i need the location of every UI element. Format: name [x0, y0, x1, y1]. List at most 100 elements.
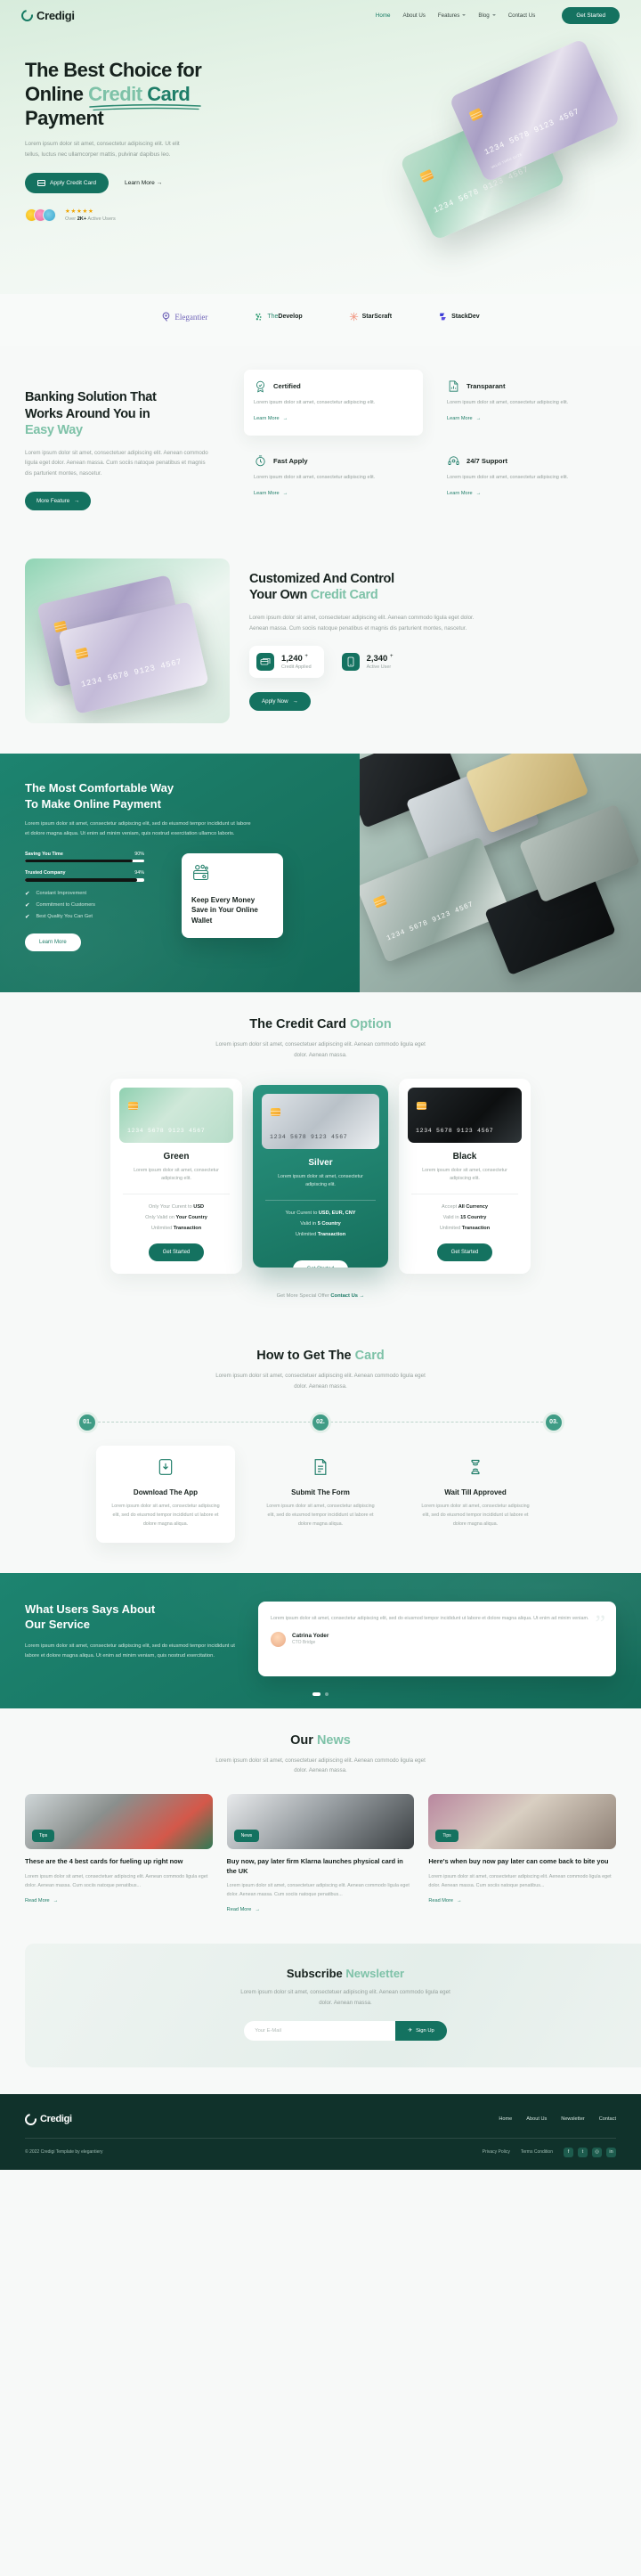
footer-link-home[interactable]: Home [499, 2116, 512, 2122]
nav-item-features[interactable]: Features [438, 12, 467, 19]
pricing-section: The Credit Card Option Lorem ipsum dolor… [0, 991, 641, 1325]
nav-label: Blog [478, 12, 490, 19]
plan-get-started-button[interactable]: Get Started [292, 1259, 349, 1268]
footer-link-newsletter[interactable]: Newsletter [561, 2116, 584, 2122]
stackdev-logo-icon [440, 313, 446, 321]
feature-card-support[interactable]: 24/7 Support Lorem ipsum dolor sit amet,… [437, 444, 616, 510]
footer-logo[interactable]: Credigi [22, 2111, 72, 2128]
rating-row: ★★★★★ Over 2K+ Active Users [25, 208, 303, 222]
carousel-dots[interactable] [0, 1692, 641, 1696]
plan-card-black[interactable]: 1234 5678 9123 4567 Black Lorem ipsum do… [399, 1078, 531, 1274]
footer-privacy-policy-link[interactable]: Privacy Policy [483, 2149, 510, 2155]
underline-stroke-icon [89, 103, 201, 110]
footer-link-contact[interactable]: Contact [599, 2116, 616, 2122]
hero-paragraph: Lorem ipsum dolor sit amet, consectetur … [25, 141, 180, 159]
feature-learn-more-link[interactable]: Learn More → [254, 491, 288, 496]
plan-card-silver[interactable]: 1234 5678 9123 4567 Silver Lorem ipsum d… [253, 1084, 388, 1268]
hero-learn-more-link[interactable]: Learn More → [125, 180, 162, 186]
sign-up-button[interactable]: ✈ Sign Up [395, 2020, 447, 2041]
comfortable-payment-section: The Most Comfortable Way To Make Online … [0, 753, 641, 992]
get-started-button[interactable]: Get Started [562, 6, 620, 24]
feature-card-transparant[interactable]: Transparant Lorem ipsum dolor sit amet, … [437, 370, 616, 436]
footer-link-about-us[interactable]: About Us [526, 2116, 547, 2122]
plan-line-bold: All Currency [458, 1203, 488, 1210]
page-root: Credigi Home About Us Features Blog Cont… [0, 0, 641, 2170]
customized-title: Customized And Control Your Own Credit C… [249, 571, 616, 604]
card-number: 1234 5678 9123 4567 [80, 657, 183, 689]
apply-now-button[interactable]: Apply Now → [249, 692, 311, 712]
pricing-subtitle: Lorem ipsum dolor sit amet, consectetuer… [215, 1040, 426, 1058]
plan-card-art: 1234 5678 9123 4567 [119, 1087, 233, 1143]
feature-learn-more-link[interactable]: Learn More → [447, 416, 481, 421]
nav-item-home[interactable]: Home [376, 12, 391, 19]
card-number: 1234 5678 9123 4567 [270, 1133, 348, 1140]
nav-item-contact-us[interactable]: Contact Us [508, 12, 536, 19]
rating-suffix: Active Users [86, 216, 116, 223]
nav-item-blog[interactable]: Blog [478, 12, 496, 19]
news-read-more-label: Read More [25, 1897, 50, 1903]
feature-learn-more-link[interactable]: Learn More → [254, 416, 288, 421]
plan-line-bold: Transaction [461, 1225, 491, 1231]
news-title-plain: Our [290, 1732, 317, 1748]
email-field[interactable] [244, 2020, 396, 2041]
partner-thedevelop: TheDevelop [254, 312, 303, 322]
feature-learn-more-link[interactable]: Learn More → [447, 491, 481, 496]
plan-get-started-button[interactable]: Get Started [436, 1243, 493, 1261]
news-read-more-link[interactable]: Read More → [428, 1898, 461, 1903]
footer-copyright: © 2022 Credigi Template by elegantiery [25, 2149, 103, 2156]
plan-card-art: 1234 5678 9123 4567 [408, 1087, 522, 1143]
nav-item-about-us[interactable]: About Us [402, 12, 425, 19]
news-read-more-link[interactable]: Read More → [227, 1907, 260, 1912]
news-card[interactable]: Tips These are the 4 best cards for fuel… [25, 1794, 213, 1915]
more-feature-button[interactable]: More Feature → [25, 491, 92, 510]
starscraft-logo-icon [349, 312, 358, 322]
card-number: 1234 5678 9123 4567 [483, 107, 581, 158]
news-card[interactable]: Tips Here's when buy now pay later can c… [428, 1794, 617, 1915]
customized-paragraph: Lorem ipsum dolor sit amet, consectetuer… [249, 614, 475, 632]
hero-content: The Best Choice for Online Credit Card P… [0, 30, 303, 222]
special-offer-contact-link[interactable]: Contact Us → [330, 1293, 364, 1299]
carousel-dot-2[interactable] [325, 1692, 329, 1696]
twitter-icon[interactable]: t [578, 2147, 588, 2157]
elegantier-logo-icon [163, 312, 170, 322]
deco-card-main: 1234 5678 9123 4567 [360, 836, 511, 963]
checklist-label: Constant Improvement [36, 890, 87, 896]
news-tag-badge: News [233, 1830, 260, 1843]
footer-brand-name: Credigi [40, 2114, 72, 2125]
hero-title-hl-a: Credit [88, 82, 142, 105]
plan-get-started-button[interactable]: Get Started [148, 1243, 205, 1261]
news-read-more-link[interactable]: Read More → [25, 1898, 58, 1903]
feature-card-certified[interactable]: Certified Lorem ipsum dolor sit amet, co… [244, 370, 423, 436]
banking-paragraph: Lorem ipsum dolor sit amet, consectetuer… [25, 449, 208, 477]
comfort-title-line1: The Most Comfortable Way [25, 780, 174, 795]
comfort-content: The Most Comfortable Way To Make Online … [0, 753, 360, 992]
step-title: Download The App [133, 1488, 199, 1496]
apply-credit-card-button[interactable]: Apply Credit Card [25, 173, 110, 194]
linkedin-icon[interactable]: in [606, 2147, 616, 2157]
carousel-dot-1[interactable] [312, 1692, 320, 1696]
news-tag-badge: Tips [32, 1830, 55, 1843]
card-valid-thru: VALID THRU 11/28 [491, 152, 523, 170]
facebook-icon[interactable]: f [564, 2147, 573, 2157]
star-rating-icon: ★★★★★ [65, 208, 94, 216]
banking-title: Banking Solution That Works Around You i… [25, 389, 228, 439]
site-footer: Credigi Home About Us Newsletter Contact… [0, 2093, 641, 2170]
comfort-learn-more-button[interactable]: Learn More [25, 933, 81, 951]
plan-cards: 1234 5678 9123 4567 Green Lorem ipsum do… [0, 1078, 641, 1274]
plan-line-pre: Unlimited [439, 1225, 462, 1231]
card-number: 1234 5678 9123 4567 [416, 1127, 494, 1134]
hero-title-hl-b: Card [142, 82, 191, 105]
progress-value: 94% [134, 870, 144, 876]
footer-policies: Privacy Policy Terms Condition [483, 2149, 553, 2155]
author-info: Catrina Yoder CTO Bridge [292, 1633, 329, 1645]
instagram-icon[interactable]: ◎ [592, 2147, 602, 2157]
news-thumbnail: News [226, 1794, 415, 1850]
footer-terms-condition-link[interactable]: Terms Condition [521, 2149, 553, 2155]
brand-logo[interactable]: Credigi [19, 6, 75, 24]
card-chip-icon [372, 894, 388, 909]
feature-card-fast-apply[interactable]: Fast Apply Lorem ipsum dolor sit amet, c… [244, 444, 423, 510]
plan-card-green[interactable]: 1234 5678 9123 4567 Green Lorem ipsum do… [110, 1078, 242, 1274]
plan-name: Black [452, 1151, 477, 1162]
news-card[interactable]: News Buy now, pay later firm Klarna laun… [226, 1794, 415, 1915]
stat-number: 1,240 [281, 654, 303, 664]
